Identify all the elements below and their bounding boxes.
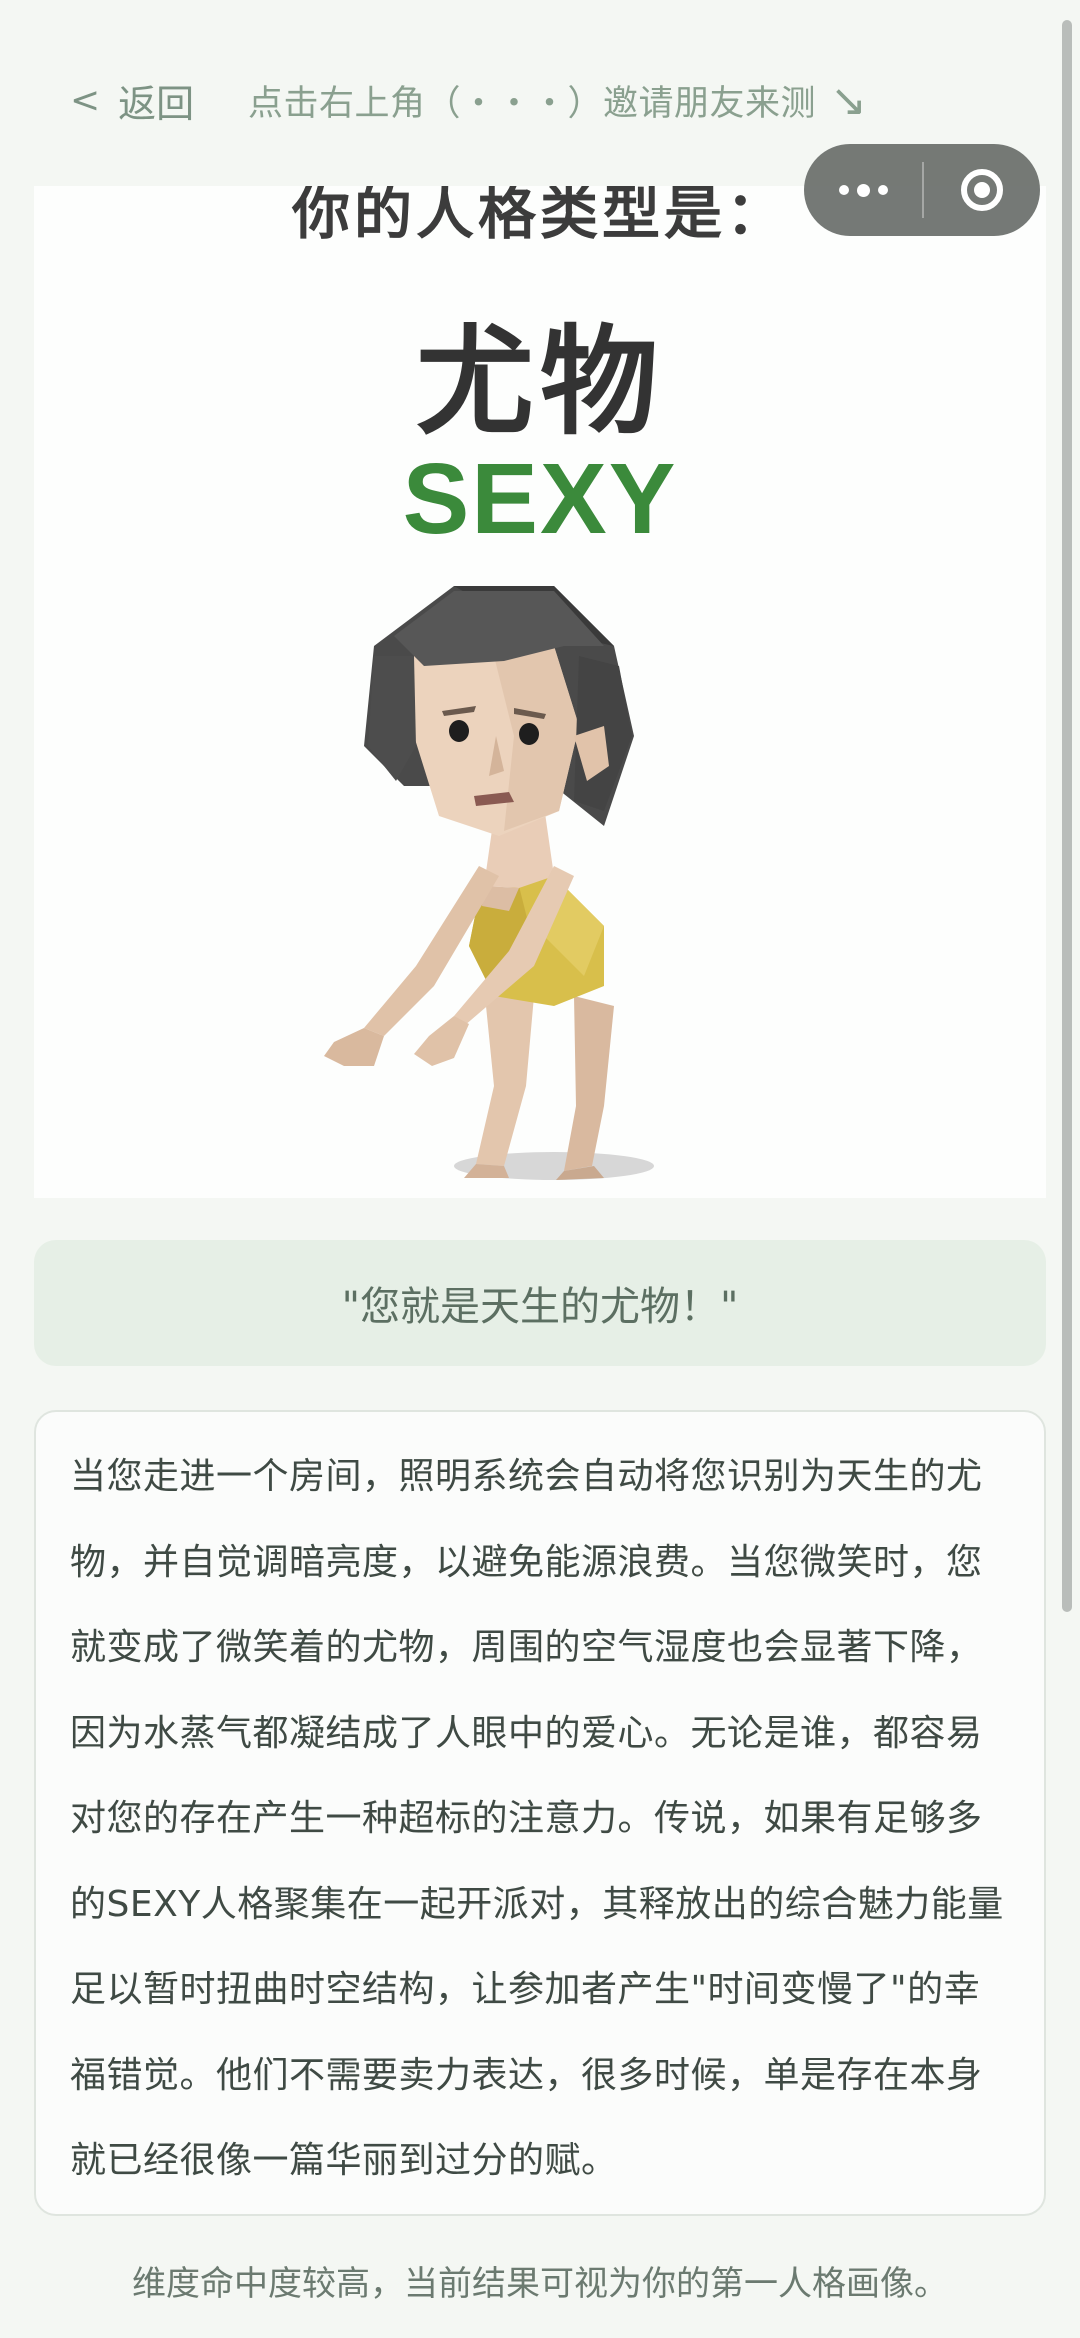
- more-dots-icon-right: [877, 185, 888, 195]
- result-quote: "您就是天生的尤物！": [34, 1240, 1046, 1366]
- close-miniprogram-button[interactable]: [924, 144, 1040, 236]
- back-label: 返回: [118, 81, 195, 126]
- description-text: 当您走进一个房间，照明系统会自动将您识别为天生的尤物，并自觉调暗亮度，以避免能源…: [70, 1456, 1004, 2181]
- quote-text: "您就是天生的尤物！": [341, 1284, 739, 1330]
- back-chevron-icon: <: [70, 79, 101, 121]
- target-circle-core: [974, 182, 990, 198]
- invite-tip-text: 点击右上角（・・・）邀请朋友来测: [248, 83, 817, 124]
- personality-type-name: 尤物: [415, 313, 664, 451]
- description-card: 当您走进一个房间，照明系统会自动将您识别为天生的尤物，并自觉调暗亮度，以避免能源…: [34, 1410, 1046, 2216]
- target-circle-icon: [961, 169, 1003, 211]
- arrow-down-right-icon: ↘: [830, 74, 868, 126]
- lowpoly-character-illustration: [324, 586, 654, 1180]
- miniprogram-capsule: [804, 144, 1040, 236]
- page: < 返回 点击右上角（・・・）邀请朋友来测 ↘ 你的人格类型是： 尤物 SEXY: [0, 0, 1080, 2338]
- invite-tip: 点击右上角（・・・）邀请朋友来测 ↘: [248, 70, 867, 130]
- back-button[interactable]: < 返回: [70, 70, 194, 130]
- more-dots-icon: [838, 185, 849, 195]
- result-image: 你的人格类型是： 尤物 SEXY: [34, 186, 1046, 1198]
- personality-type-code: SEXY: [402, 443, 678, 555]
- more-button[interactable]: [804, 144, 922, 236]
- result-footnote: 维度命中度较高，当前结果可视为你的第一人格画像。: [132, 2264, 948, 2304]
- scrollbar[interactable]: [1062, 20, 1072, 1612]
- more-dots-icon-center: [856, 183, 870, 197]
